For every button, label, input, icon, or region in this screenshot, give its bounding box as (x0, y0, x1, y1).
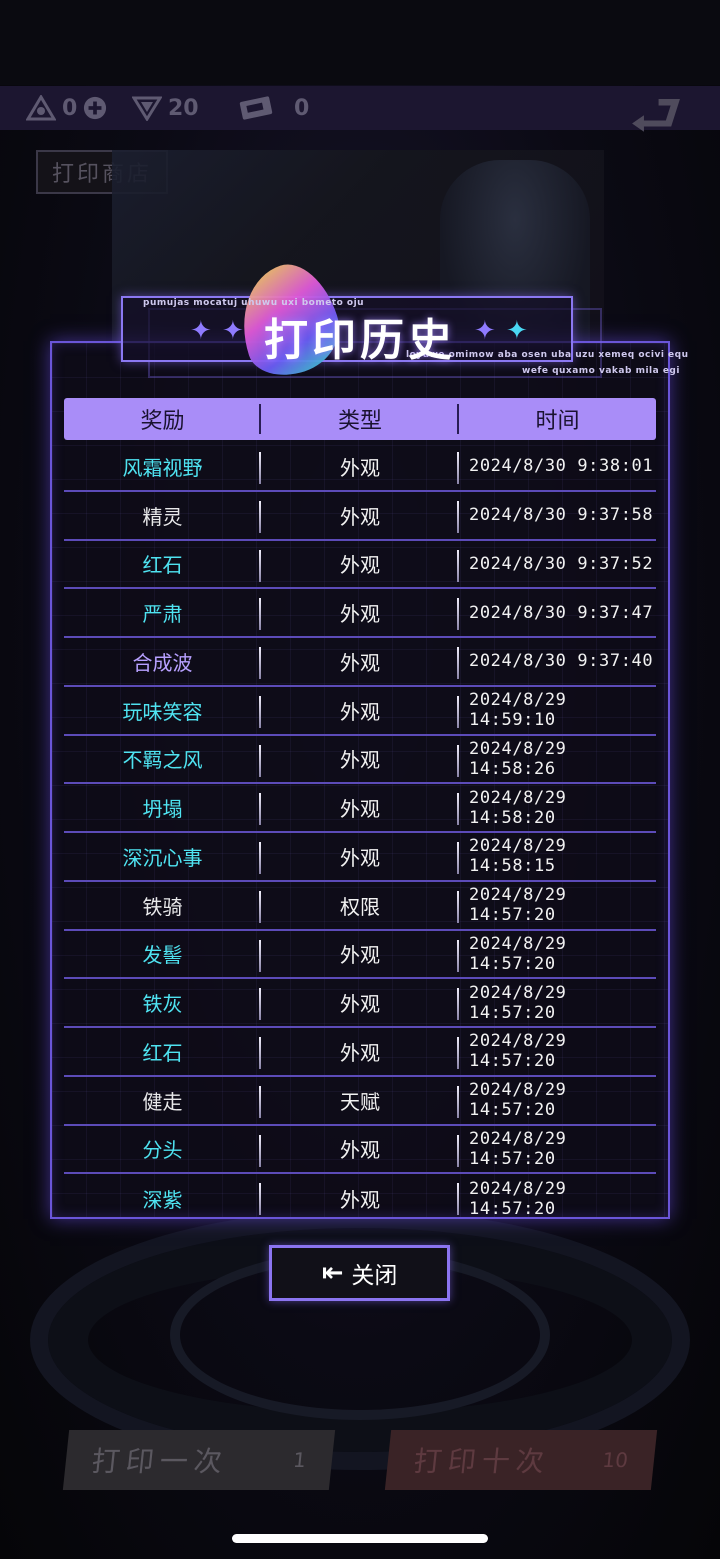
type-cell: 外观 (261, 589, 459, 636)
type-cell: 天赋 (261, 1077, 459, 1124)
header-time: 时间 (535, 409, 580, 434)
reward-cell: 铁灰 (64, 979, 261, 1026)
table-row: 铁骑 权限 2024/8/29 14:57:20 (64, 882, 656, 931)
time-cell: 2024/8/30 9:37:52 (469, 553, 654, 574)
reward-cell: 玩味笑容 (64, 687, 261, 734)
reward-cell: 精灵 (64, 492, 261, 539)
print-ten-button[interactable]: 打印十次 10 (384, 1430, 658, 1490)
type-cell: 外观 (261, 1028, 459, 1075)
resource-crest: 0 (26, 92, 107, 124)
type-cell: 外观 (261, 443, 459, 490)
reward-cell: 坍塌 (64, 784, 261, 831)
type-cell: 外观 (261, 541, 459, 588)
reward-cell: 严肃 (64, 589, 261, 636)
print-once-label: 打印一次 (90, 1445, 230, 1478)
time-cell: 2024/8/29 14:57:20 (469, 885, 567, 926)
ticket-icon (239, 96, 273, 120)
type-cell: 外观 (261, 736, 459, 783)
plus-icon[interactable] (83, 95, 107, 121)
resource-ticket: 0 (238, 92, 309, 124)
print-once-button[interactable]: 打印一次 1 (62, 1430, 336, 1490)
time-cell: 2024/8/29 14:57:20 (469, 1080, 567, 1121)
table-row: 深紫 外观 2024/8/29 14:57:20 (64, 1174, 656, 1223)
table-row: 红石 外观 2024/8/30 9:37:52 (64, 541, 656, 590)
type-cell: 外观 (261, 1126, 459, 1173)
table-row: 红石 外观 2024/8/29 14:57:20 (64, 1028, 656, 1077)
close-button-label: 关闭 (351, 1263, 398, 1289)
type-cell: 外观 (261, 638, 459, 685)
time-cell: 2024/8/29 14:57:20 (469, 1178, 567, 1219)
resource-ticket-value: 0 (294, 95, 310, 121)
top-bar (0, 0, 720, 85)
header-type: 类型 (261, 398, 459, 440)
time-cell: 2024/8/29 14:58:15 (469, 836, 567, 877)
time-cell: 2024/8/30 9:37:47 (469, 602, 654, 623)
type-cell: 权限 (261, 882, 459, 929)
reward-cell: 深沉心事 (64, 833, 261, 880)
type-cell: 外观 (261, 833, 459, 880)
resource-diamond: 20 (132, 92, 199, 124)
type-cell: 外观 (261, 687, 459, 734)
type-cell: 外观 (261, 1174, 459, 1223)
print-ten-label: 打印十次 (412, 1445, 552, 1478)
reward-cell: 合成波 (64, 638, 261, 685)
time-cell: 2024/8/29 14:57:20 (469, 1031, 567, 1072)
history-table-header: 奖励 类型 时间 (64, 398, 656, 440)
back-arrow-icon[interactable]: ⮐ (614, 86, 698, 152)
table-row: 分头 外观 2024/8/29 14:57:20 (64, 1126, 656, 1175)
time-cell: 2024/8/30 9:37:58 (469, 505, 654, 526)
reward-cell: 红石 (64, 541, 261, 588)
table-row: 深沉心事 外观 2024/8/29 14:58:15 (64, 833, 656, 882)
time-cell: 2024/8/30 9:38:01 (469, 456, 654, 477)
table-row: 合成波 外观 2024/8/30 9:37:40 (64, 638, 656, 687)
table-row: 铁灰 外观 2024/8/29 14:57:20 (64, 979, 656, 1028)
reward-cell: 健走 (64, 1077, 261, 1124)
time-cell: 2024/8/29 14:57:20 (469, 933, 567, 974)
time-cell: 2024/8/29 14:59:10 (469, 690, 567, 731)
reward-cell: 不羁之风 (64, 736, 261, 783)
close-button[interactable]: ⇤ 关闭 (269, 1245, 450, 1301)
time-cell: 2024/8/29 14:58:20 (469, 787, 567, 828)
type-cell: 外观 (261, 784, 459, 831)
modal-title: 打印历史 (264, 315, 456, 366)
exit-arrow-icon: ⇤ (321, 1258, 344, 1288)
table-row: 发髻 外观 2024/8/29 14:57:20 (64, 931, 656, 980)
type-cell: 外观 (261, 492, 459, 539)
time-cell: 2024/8/29 14:57:20 (469, 1128, 567, 1169)
triangle-crest-icon (26, 95, 56, 121)
reward-cell: 发髻 (64, 931, 261, 978)
reward-cell: 风霜视野 (64, 443, 261, 490)
table-row: 玩味笑容 外观 2024/8/29 14:59:10 (64, 687, 656, 736)
home-indicator[interactable] (232, 1534, 488, 1543)
resource-diamond-value: 20 (168, 95, 199, 121)
table-row: 不羁之风 外观 2024/8/29 14:58:26 (64, 736, 656, 785)
table-row: 精灵 外观 2024/8/30 9:37:58 (64, 492, 656, 541)
print-ten-cost: 10 (601, 1448, 630, 1472)
resource-crest-value: 0 (62, 95, 78, 121)
type-cell: 外观 (261, 931, 459, 978)
table-row: 风霜视野 外观 2024/8/30 9:38:01 (64, 443, 656, 492)
time-cell: 2024/8/29 14:57:20 (469, 982, 567, 1023)
print-once-cost: 1 (292, 1448, 308, 1472)
time-cell: 2024/8/30 9:37:40 (469, 651, 654, 672)
reward-cell: 深紫 (64, 1174, 261, 1223)
type-cell: 外观 (261, 979, 459, 1026)
reward-cell: 分头 (64, 1126, 261, 1173)
table-row: 严肃 外观 2024/8/30 9:37:47 (64, 589, 656, 638)
diamond-crest-icon (132, 96, 162, 121)
table-row: 坍塌 外观 2024/8/29 14:58:20 (64, 784, 656, 833)
resource-bar (0, 86, 720, 130)
reward-cell: 红石 (64, 1028, 261, 1075)
table-row: 健走 天赋 2024/8/29 14:57:20 (64, 1077, 656, 1126)
reward-cell: 铁骑 (64, 882, 261, 929)
header-reward: 奖励 (64, 398, 261, 440)
time-cell: 2024/8/29 14:58:26 (469, 738, 567, 779)
history-table-body[interactable]: 风霜视野 外观 2024/8/30 9:38:01 精灵 外观 2024/8/30 9:3… (64, 443, 656, 1223)
